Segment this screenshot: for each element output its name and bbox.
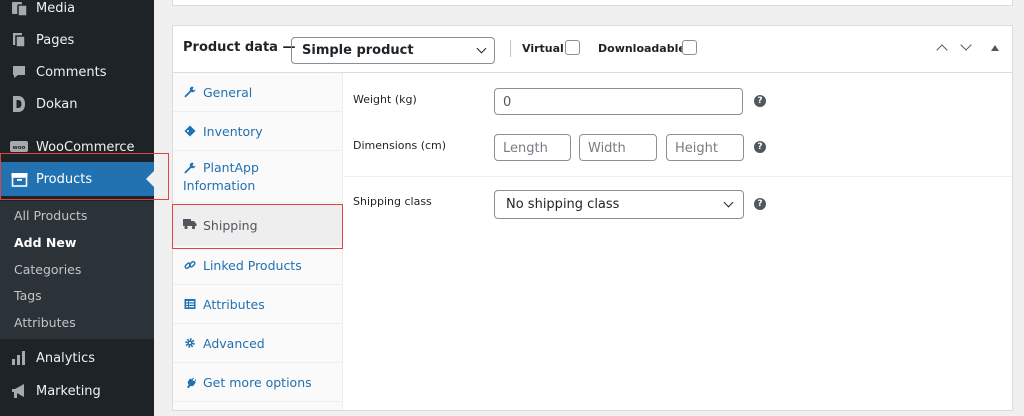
tab-get-more-options[interactable]: Get more options xyxy=(173,363,343,402)
product-data-title: Product data — xyxy=(183,40,296,55)
length-input[interactable]: Length xyxy=(494,134,571,161)
megaphone-icon xyxy=(10,382,28,400)
admin-sidebar: Media Pages Comments Dokan woo WooCommer… xyxy=(0,0,154,416)
menu-item-products[interactable]: Products xyxy=(0,162,154,196)
divider xyxy=(510,40,511,57)
previous-metabox xyxy=(172,0,1013,6)
list-icon xyxy=(183,297,197,311)
chevron-down-icon xyxy=(476,43,487,54)
menu-item-pages[interactable]: Pages xyxy=(0,23,154,57)
tab-label: Advanced xyxy=(203,336,265,351)
menu-item-woocommerce[interactable]: woo WooCommerce xyxy=(0,130,154,164)
shipping-class-label: Shipping class xyxy=(353,195,432,208)
tab-label: Attributes xyxy=(203,297,265,312)
menu-label: Media xyxy=(36,0,76,16)
help-icon[interactable]: ? xyxy=(754,141,766,153)
media-icon xyxy=(10,0,28,17)
menu-item-marketing[interactable]: Marketing xyxy=(0,374,154,408)
width-input[interactable]: Width xyxy=(579,134,657,161)
tab-label: Linked Products xyxy=(203,258,302,273)
shipping-class-select[interactable]: No shipping class xyxy=(494,190,744,219)
menu-label: Analytics xyxy=(36,350,96,366)
weight-input[interactable]: 0 xyxy=(494,88,743,115)
menu-item-comments[interactable]: Comments xyxy=(0,55,154,89)
section-divider xyxy=(344,176,1012,177)
truck-icon xyxy=(183,217,197,231)
tab-label-line1: PlantApp xyxy=(203,160,259,175)
downloadable-checkbox[interactable] xyxy=(682,40,697,55)
virtual-label: Virtual: xyxy=(522,42,569,55)
menu-item-analytics[interactable]: Analytics xyxy=(0,341,154,375)
move-up-button[interactable] xyxy=(933,40,951,58)
help-icon[interactable]: ? xyxy=(754,95,766,107)
move-down-button[interactable] xyxy=(957,39,975,58)
submenu-add-new[interactable]: Add New xyxy=(14,235,76,250)
weight-label: Weight (kg) xyxy=(353,93,417,106)
weight-value: 0 xyxy=(503,95,512,110)
tab-plantapp-information[interactable]: PlantApp Information xyxy=(173,151,343,203)
link-icon xyxy=(183,258,197,272)
downloadable-label: Downloadable: xyxy=(598,42,691,55)
comments-icon xyxy=(10,63,28,81)
length-placeholder: Length xyxy=(503,141,548,156)
product-data-tabs: General Inventory PlantApp Information S… xyxy=(173,73,343,410)
tab-label: General xyxy=(203,85,253,100)
product-data-panel: Product data — Simple product Virtual: D… xyxy=(172,25,1013,411)
wrench-icon xyxy=(183,161,197,175)
menu-label: Dokan xyxy=(36,96,78,112)
width-placeholder: Width xyxy=(588,141,626,156)
plug-icon xyxy=(183,375,197,389)
products-icon xyxy=(10,170,28,188)
help-icon[interactable]: ? xyxy=(754,198,766,210)
tab-shipping[interactable]: Shipping xyxy=(173,204,343,246)
menu-label: Comments xyxy=(36,64,107,80)
tab-label: Shipping xyxy=(203,218,258,233)
menu-label: Pages xyxy=(36,32,75,48)
tab-label: Inventory xyxy=(203,124,263,139)
virtual-checkbox[interactable] xyxy=(565,40,580,55)
menu-label: WooCommerce xyxy=(36,139,135,155)
product-data-header: Product data — Simple product Virtual: D… xyxy=(173,26,1012,73)
chevron-down-icon xyxy=(723,197,734,208)
gear-icon xyxy=(183,336,197,350)
tag-icon xyxy=(183,124,197,138)
tab-label: Get more options xyxy=(203,375,312,390)
wrench-icon xyxy=(183,85,197,99)
shipping-class-value: No shipping class xyxy=(506,197,620,212)
svg-text:woo: woo xyxy=(13,145,26,151)
submenu-categories[interactable]: Categories xyxy=(14,262,81,277)
menu-item-dokan[interactable]: Dokan xyxy=(0,87,154,121)
submenu-tags[interactable]: Tags xyxy=(14,288,42,303)
dimensions-label: Dimensions (cm) xyxy=(353,139,447,152)
dokan-icon xyxy=(10,95,28,113)
chevron-up-icon xyxy=(936,44,948,56)
analytics-icon xyxy=(10,349,28,367)
tab-general[interactable]: General xyxy=(173,73,343,112)
tab-inventory[interactable]: Inventory xyxy=(173,112,343,151)
menu-label: Marketing xyxy=(36,383,101,399)
tab-linked-products[interactable]: Linked Products xyxy=(173,246,343,285)
woocommerce-icon: woo xyxy=(10,138,28,156)
tab-advanced[interactable]: Advanced xyxy=(173,324,343,363)
product-type-select[interactable]: Simple product xyxy=(291,37,495,64)
submenu-attributes[interactable]: Attributes xyxy=(14,315,76,330)
products-submenu: All Products Add New Categories Tags Att… xyxy=(0,201,154,339)
collapse-toggle-icon[interactable] xyxy=(991,45,999,51)
product-type-value: Simple product xyxy=(302,43,414,58)
height-placeholder: Height xyxy=(675,141,718,156)
chevron-down-icon xyxy=(960,39,972,51)
height-input[interactable]: Height xyxy=(666,134,744,161)
pages-icon xyxy=(10,31,28,49)
tab-label-line2: Information xyxy=(183,178,256,193)
submenu-all-products[interactable]: All Products xyxy=(14,208,87,223)
menu-item-media[interactable]: Media xyxy=(0,0,154,25)
menu-label: Products xyxy=(36,171,93,187)
tab-attributes[interactable]: Attributes xyxy=(173,285,343,324)
